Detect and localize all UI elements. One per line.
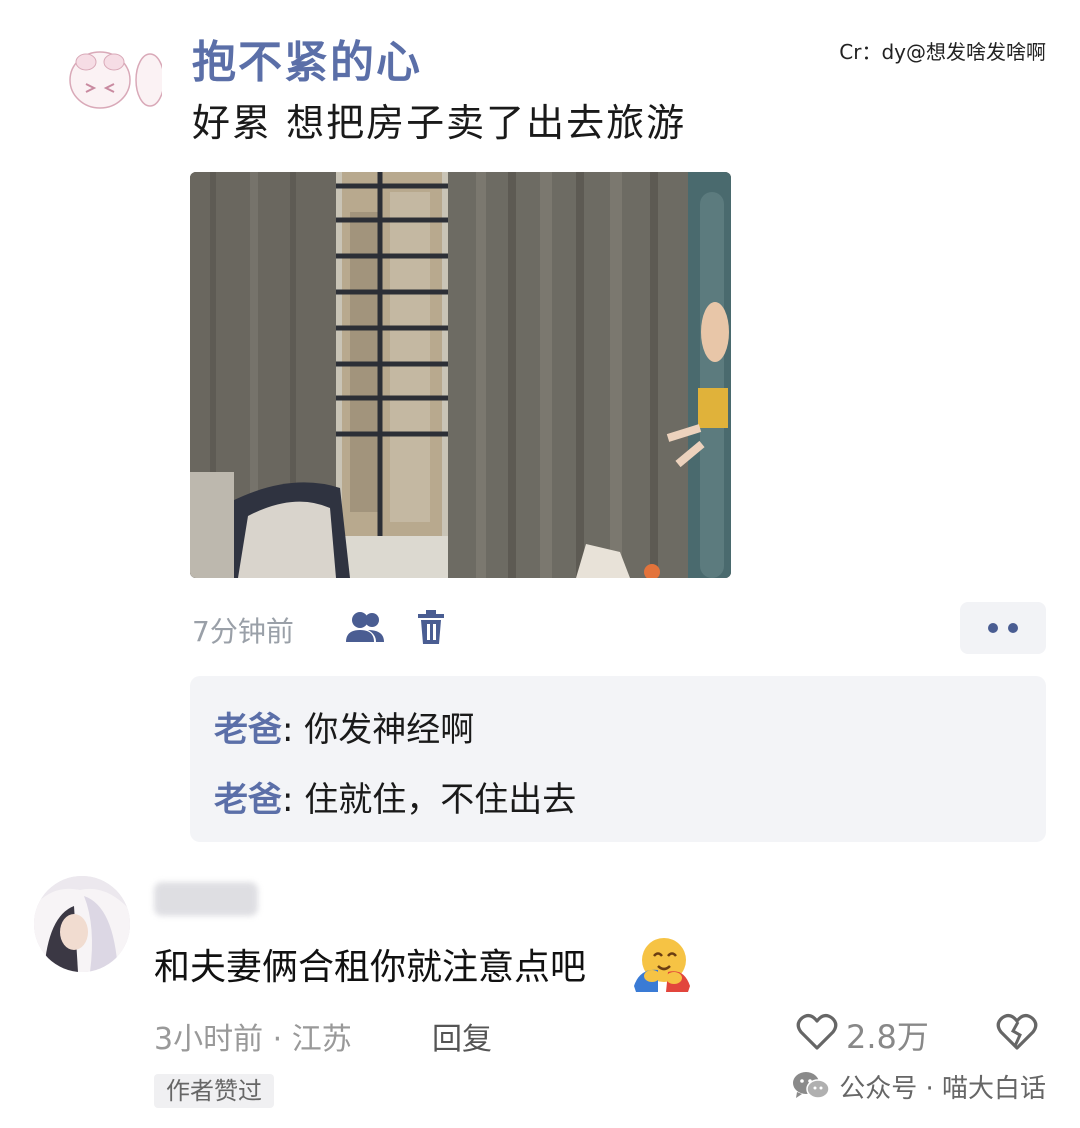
reply-line: 老爸: 住就住，不住出去 — [214, 772, 576, 821]
reply-separator: : — [282, 780, 294, 820]
post-text: 好累 想把房子卖了出去旅游 — [192, 101, 687, 145]
broken-heart-icon[interactable] — [996, 1012, 1038, 1052]
reply-box: 老爸: 你发神经啊 老爸: 住就住，不住出去 — [190, 676, 1046, 842]
reply-separator: : — [282, 710, 294, 750]
watermark: 公众号 · 喵大白话 — [791, 1066, 1046, 1106]
like-count: 2.8万 — [846, 1018, 929, 1056]
reply-text: 你发神经啊 — [304, 710, 475, 750]
post-time: 7分钟前 — [192, 615, 294, 648]
heart-icon[interactable] — [796, 1012, 838, 1052]
credit-text: Cr：dy@想发啥发啥啊 — [839, 40, 1046, 64]
commenter-name-blurred[interactable] — [154, 882, 258, 916]
author-liked-badge: 作者赞过 — [154, 1074, 274, 1108]
commenter-avatar[interactable] — [34, 876, 130, 972]
watermark-text: 公众号 · 喵大白话 — [839, 1073, 1046, 1104]
friends-icon[interactable] — [344, 608, 388, 648]
hugging-face-icon — [632, 934, 692, 994]
wechat-icon — [793, 1072, 830, 1099]
author-avatar[interactable] — [62, 40, 165, 120]
reply-button[interactable]: 回复 — [432, 1014, 492, 1058]
trash-icon[interactable] — [416, 608, 446, 648]
comment-text: 和夫妻俩合租你就注意点吧 — [154, 947, 587, 988]
more-icon — [988, 623, 1018, 633]
reply-author[interactable]: 老爸 — [214, 780, 282, 820]
author-name[interactable]: 抱不紧的心 — [192, 26, 422, 90]
post-photo[interactable] — [190, 172, 731, 578]
comment-meta: 3小时前 · 江苏 — [154, 1022, 352, 1057]
reply-line: 老爸: 你发神经啊 — [214, 702, 474, 751]
more-button[interactable] — [960, 602, 1046, 654]
reply-author[interactable]: 老爸 — [214, 710, 282, 750]
reply-text: 住就住，不住出去 — [304, 780, 577, 820]
